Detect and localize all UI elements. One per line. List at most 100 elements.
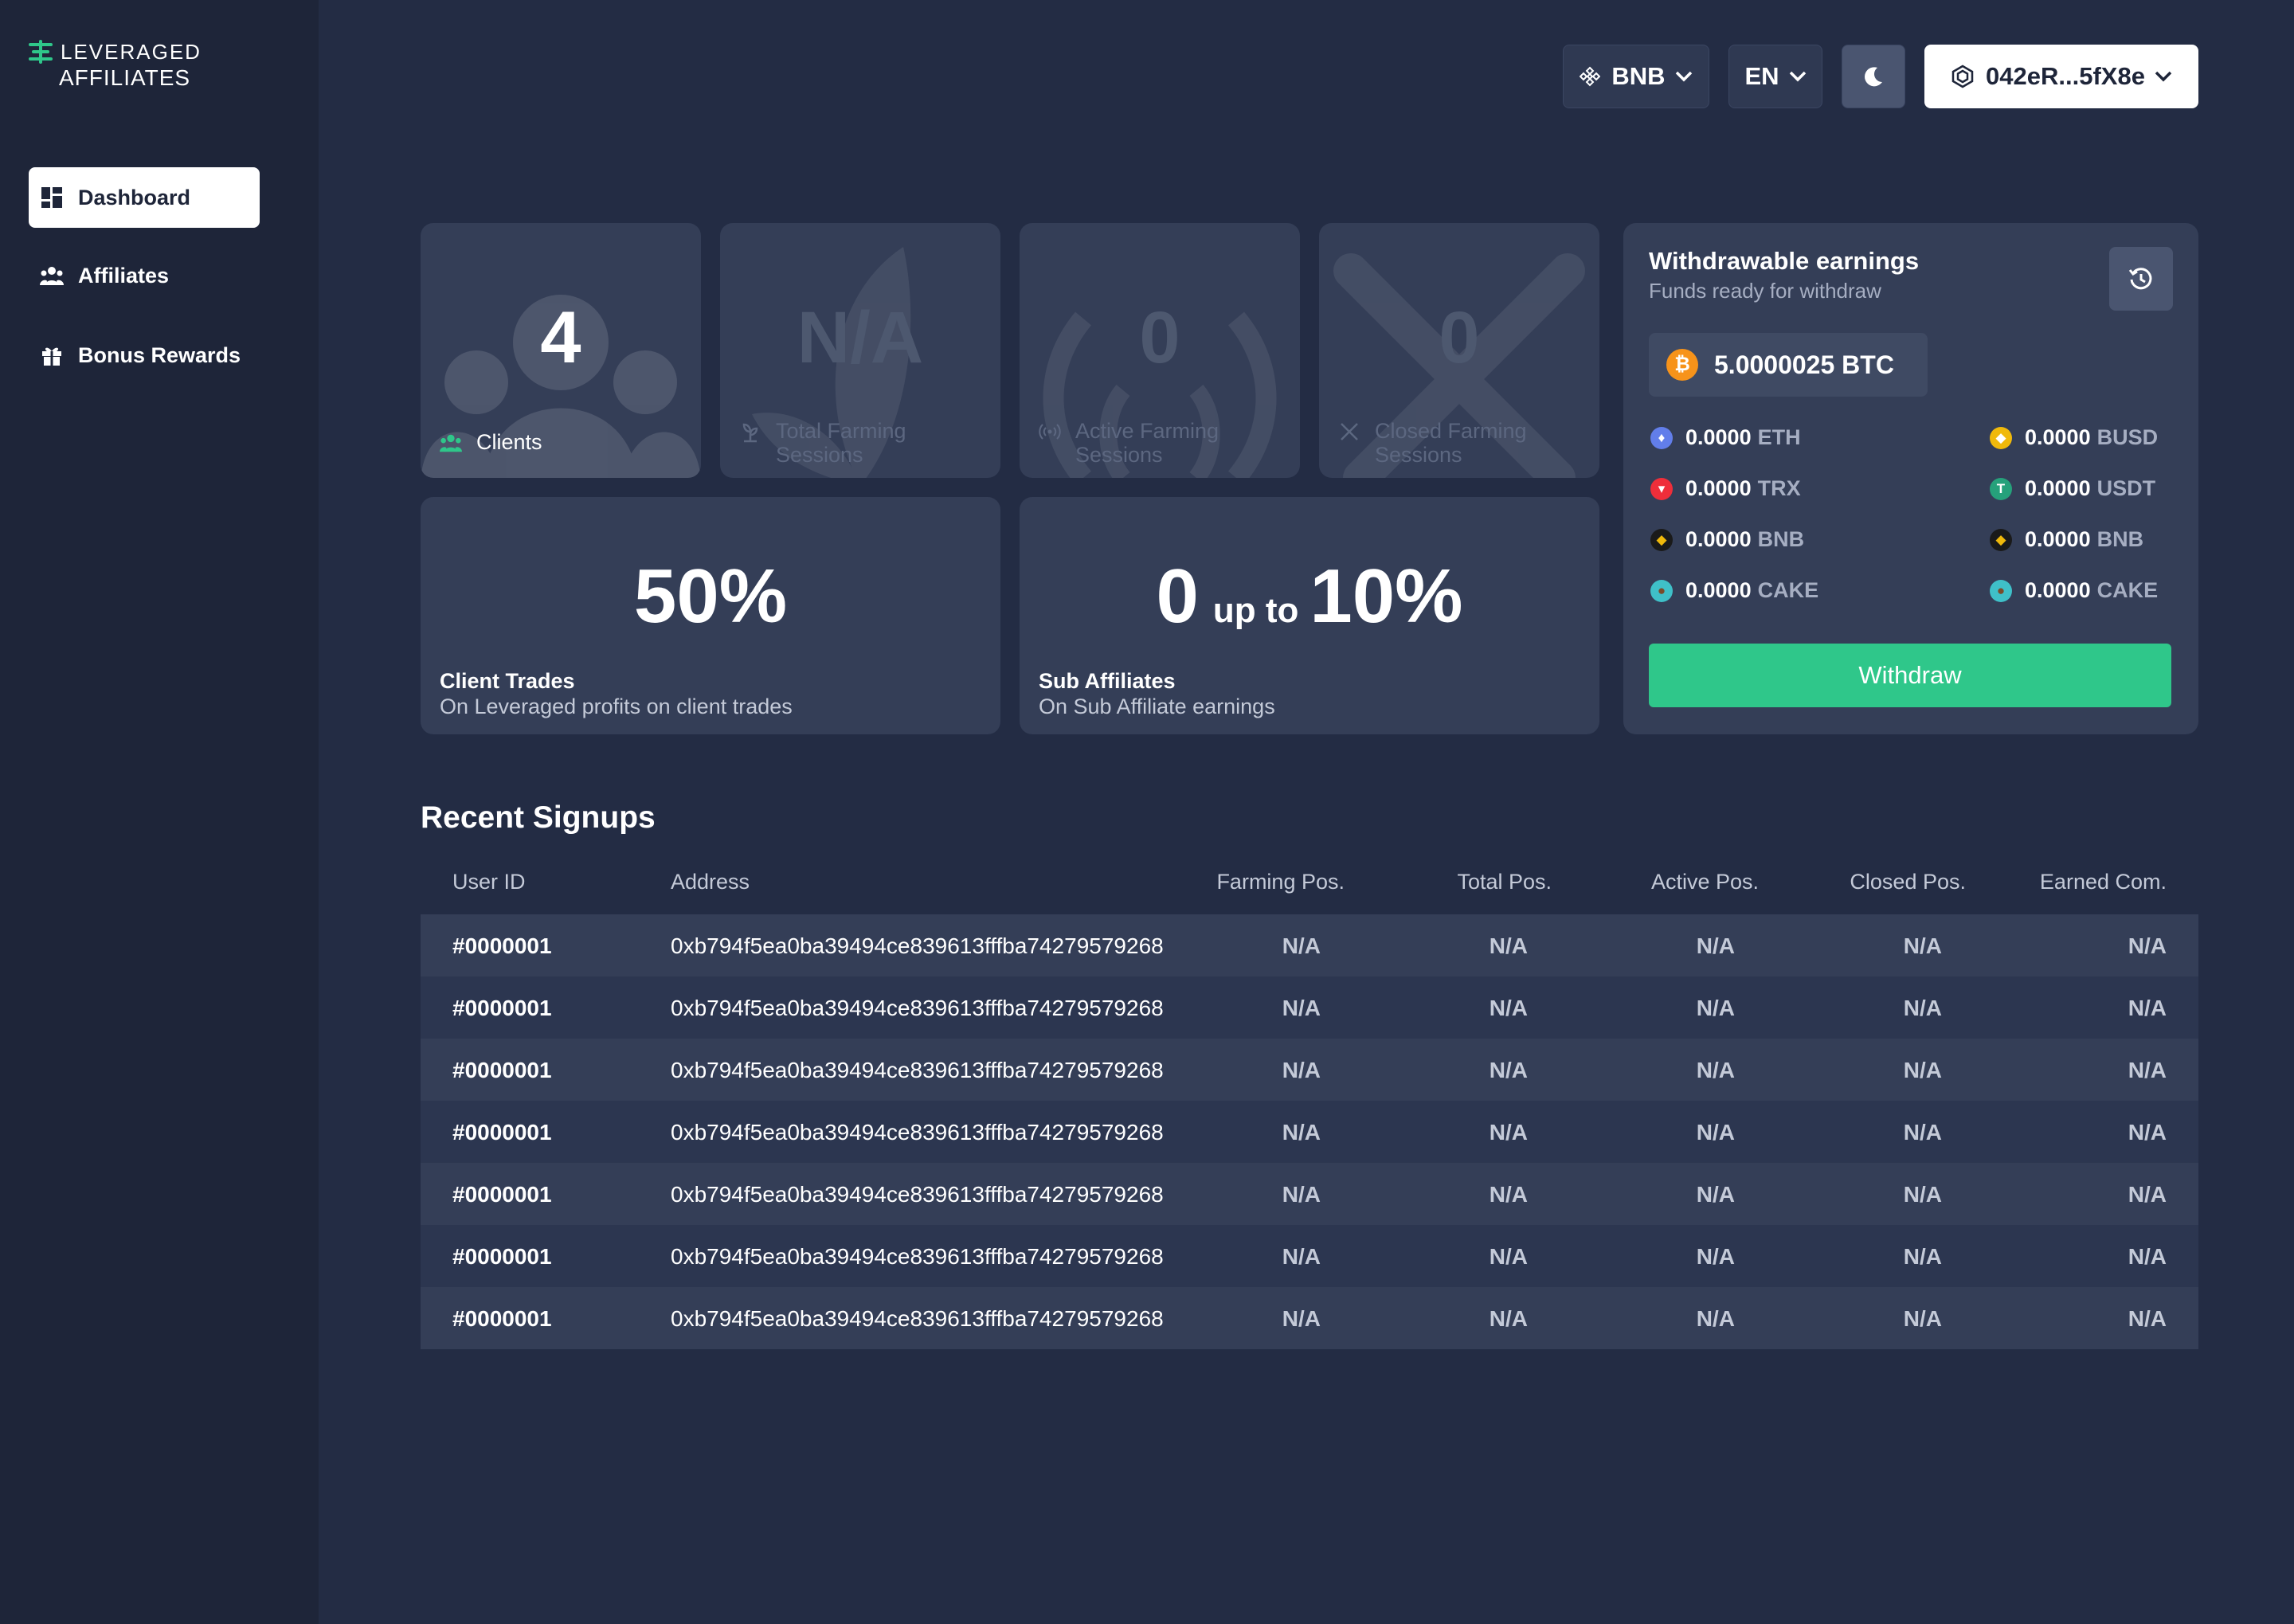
client-trades-percent: 50% — [633, 554, 788, 639]
theme-toggle[interactable] — [1842, 45, 1905, 108]
wallet-selector[interactable]: 042eR...5fX8e — [1924, 45, 2198, 108]
withdraw-button[interactable]: Withdraw — [1649, 644, 2171, 707]
farming-pos-cell: N/A — [1282, 996, 1321, 1020]
cake-icon: ● — [1650, 579, 1673, 602]
address-cell: 0xb794f5ea0ba39494ce839613fffba742795792… — [671, 1120, 1164, 1145]
clients-label: Clients — [476, 430, 542, 454]
earned-com-cell: N/A — [2128, 933, 2167, 958]
network-label: BNB — [1611, 62, 1666, 90]
sub-affiliates-range: 0 up to 10% — [1020, 553, 1599, 640]
sidebar-item-bonus-rewards[interactable]: Bonus Rewards — [29, 325, 260, 385]
closed-pos-cell: N/A — [1903, 1182, 1942, 1207]
user-id-cell: #0000001 — [452, 1058, 552, 1082]
farming-pos-cell: N/A — [1282, 933, 1321, 958]
closed-farming-label: Closed Farming Sessions — [1375, 419, 1527, 467]
close-icon — [1341, 423, 1358, 440]
language-selector[interactable]: EN — [1728, 45, 1822, 108]
user-id-cell: #0000001 — [452, 996, 552, 1020]
column-header-farming-pos[interactable]: Farming Pos. — [1216, 870, 1345, 894]
active-pos-cell: N/A — [1696, 996, 1735, 1020]
active-pos-cell: N/A — [1696, 1120, 1735, 1145]
sub-affiliates-title: Sub Affiliates — [1039, 669, 1176, 693]
coin-symbol: BUSD — [2096, 425, 2159, 449]
active-farming-label: Active Farming Sessions — [1075, 419, 1219, 467]
closed-pos-cell: N/A — [1903, 1120, 1942, 1145]
total-pos-cell: N/A — [1489, 1182, 1528, 1207]
coin-amount: 0.0000 — [1685, 578, 1752, 602]
active-pos-cell: N/A — [1696, 1244, 1735, 1269]
sub-affiliates-card: 0 up to 10% Sub Affiliates On Sub Affiliat… — [1020, 497, 1599, 734]
coin-balance-eth: ♦ 0.0000 ETH — [1650, 425, 1801, 450]
network-selector[interactable]: BNB — [1563, 45, 1709, 108]
closed-pos-cell: N/A — [1903, 933, 1942, 958]
table-row[interactable]: #0000001 0xb794f5ea0ba39494ce839613fffba7… — [421, 1101, 2198, 1163]
sidebar-item-dashboard[interactable]: Dashboard — [29, 167, 260, 228]
earnings-title: Withdrawable earnings — [1649, 247, 1920, 275]
column-header-address[interactable]: Address — [671, 870, 750, 894]
clients-count: 4 — [540, 297, 581, 378]
brand-name-top: LEVERAGED — [61, 40, 202, 64]
total-farming-label-line2: Sessions — [776, 443, 863, 467]
sub-affiliates-joiner: up to — [1212, 591, 1299, 630]
user-id-cell: #0000001 — [452, 1244, 552, 1269]
total-pos-cell: N/A — [1489, 1306, 1528, 1331]
farming-pos-cell: N/A — [1282, 1120, 1321, 1145]
farming-pos-cell: N/A — [1282, 1182, 1321, 1207]
farming-pos-cell: N/A — [1282, 1306, 1321, 1331]
bnb-icon — [1580, 66, 1601, 87]
history-button[interactable] — [2109, 247, 2173, 311]
table-row[interactable]: #0000001 0xb794f5ea0ba39494ce839613fffba7… — [421, 1287, 2198, 1349]
active-pos-cell: N/A — [1696, 933, 1735, 958]
history-icon — [2128, 268, 2152, 290]
user-id-cell: #0000001 — [452, 1182, 552, 1207]
column-header-closed-pos[interactable]: Closed Pos. — [1850, 870, 1966, 894]
active-pos-cell: N/A — [1696, 1306, 1735, 1331]
active-farming-label-line2: Sessions — [1075, 443, 1163, 467]
table-row[interactable]: #0000001 0xb794f5ea0ba39494ce839613fffba7… — [421, 1225, 2198, 1287]
chevron-down-icon — [1789, 71, 1806, 82]
closed-pos-cell: N/A — [1903, 1058, 1942, 1082]
active-farming-count: 0 — [1139, 297, 1180, 378]
table-row[interactable]: #0000001 0xb794f5ea0ba39494ce839613fffba7… — [421, 1163, 2198, 1225]
coin-balance-bnb: ◆ 0.0000 BNB — [1990, 527, 2143, 552]
client-trades-title: Client Trades — [440, 669, 575, 693]
gift-icon — [40, 343, 64, 367]
bnb-icon: ◆ — [1990, 528, 2012, 551]
clients-card: 4 Clients — [421, 223, 701, 478]
coin-amount: 0.0000 — [2025, 425, 2091, 449]
column-header-total-pos[interactable]: Total Pos. — [1457, 870, 1552, 894]
total-farming-label: Total Farming Sessions — [776, 419, 906, 467]
language-label: EN — [1744, 62, 1779, 90]
coin-amount: 0.0000 — [2025, 527, 2091, 551]
farming-pos-cell: N/A — [1282, 1244, 1321, 1269]
column-header-earned-com[interactable]: Earned Com. — [2040, 870, 2167, 894]
users-icon — [440, 434, 462, 452]
coin-amount: 0.0000 — [1685, 527, 1752, 551]
user-id-cell: #0000001 — [452, 933, 552, 958]
sidebar-item-affiliates[interactable]: Affiliates — [29, 245, 260, 306]
coin-symbol: CAKE — [1757, 578, 1819, 602]
table-row[interactable]: #0000001 0xb794f5ea0ba39494ce839613fffba7… — [421, 1039, 2198, 1101]
total-pos-cell: N/A — [1489, 996, 1528, 1020]
usdt-icon: T — [1990, 477, 2012, 500]
closed-pos-cell: N/A — [1903, 1244, 1942, 1269]
column-header-active-pos[interactable]: Active Pos. — [1651, 870, 1759, 894]
chevron-down-icon — [1675, 71, 1692, 82]
coin-balance-busd: ◆ 0.0000 BUSD — [1990, 425, 2158, 450]
total-farming-card: N/A Total Farming Sessions — [720, 223, 1000, 478]
earned-com-cell: N/A — [2128, 1244, 2167, 1269]
closed-pos-cell: N/A — [1903, 1306, 1942, 1331]
total-pos-cell: N/A — [1489, 933, 1528, 958]
trx-icon: ▾ — [1650, 477, 1673, 500]
sub-affiliates-min: 0 — [1156, 554, 1199, 639]
table-row[interactable]: #0000001 0xb794f5ea0ba39494ce839613fffba7… — [421, 914, 2198, 976]
active-farming-label-line1: Active Farming — [1075, 419, 1219, 443]
total-pos-cell: N/A — [1489, 1244, 1528, 1269]
active-pos-cell: N/A — [1696, 1182, 1735, 1207]
table-row[interactable]: #0000001 0xb794f5ea0ba39494ce839613fffba7… — [421, 976, 2198, 1039]
address-cell: 0xb794f5ea0ba39494ce839613fffba742795792… — [671, 996, 1164, 1020]
brand-name-bottom: AFFILIATES — [59, 65, 191, 90]
btc-amount: 5.0000025 BTC — [1714, 350, 1894, 379]
client-trades-subtitle: On Leveraged profits on client trades — [440, 695, 793, 718]
column-header-user-id[interactable]: User ID — [452, 870, 526, 894]
